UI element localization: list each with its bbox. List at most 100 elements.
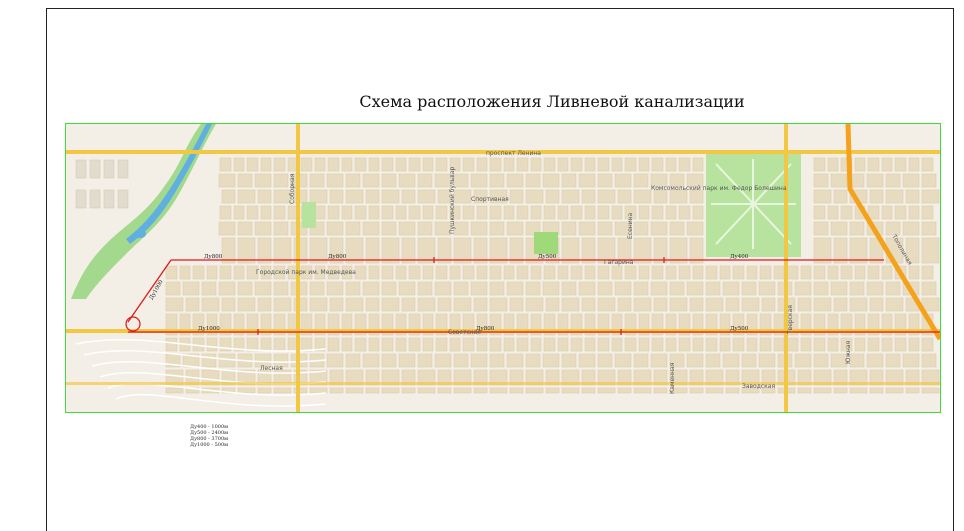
city-block bbox=[570, 205, 583, 220]
city-block bbox=[678, 157, 691, 172]
city-block bbox=[345, 281, 361, 296]
city-block bbox=[692, 337, 704, 352]
city-block bbox=[326, 221, 344, 236]
city-block bbox=[561, 221, 577, 236]
city-block bbox=[408, 337, 421, 352]
city-block bbox=[293, 387, 308, 394]
city-block bbox=[921, 157, 934, 172]
city-block bbox=[422, 265, 434, 280]
city-block bbox=[557, 337, 569, 352]
city-block bbox=[365, 297, 380, 312]
city-block bbox=[237, 281, 253, 296]
pipe-label-d800-b: Ду800 bbox=[328, 254, 347, 260]
label-pushkinsky: Пушкинский бульвар bbox=[449, 167, 456, 234]
city-block bbox=[362, 173, 380, 188]
city-block bbox=[614, 281, 632, 296]
city-block bbox=[866, 173, 884, 188]
city-block bbox=[506, 173, 524, 188]
city-block bbox=[354, 337, 367, 352]
city-block bbox=[867, 157, 880, 172]
city-block bbox=[542, 281, 560, 296]
city-block bbox=[437, 387, 452, 394]
city-block bbox=[578, 353, 596, 368]
city-block bbox=[813, 157, 826, 172]
city-block bbox=[182, 281, 200, 296]
city-block bbox=[221, 297, 236, 312]
city-block bbox=[885, 221, 901, 236]
city-block bbox=[669, 237, 688, 264]
city-block bbox=[422, 337, 434, 352]
city-block bbox=[638, 205, 650, 220]
city-block bbox=[254, 221, 272, 236]
city-block bbox=[597, 173, 613, 188]
pipe-label-d400-a: Ду400 bbox=[730, 254, 749, 260]
city-block bbox=[395, 337, 407, 352]
city-block bbox=[545, 297, 560, 312]
city-block bbox=[827, 337, 839, 352]
city-block bbox=[617, 297, 632, 312]
city-block bbox=[827, 205, 839, 220]
city-block bbox=[453, 189, 472, 204]
city-block bbox=[165, 337, 178, 352]
city-block bbox=[597, 189, 616, 204]
city-block bbox=[741, 297, 760, 312]
city-block bbox=[561, 297, 580, 312]
city-block bbox=[327, 157, 340, 172]
city-block bbox=[201, 353, 217, 368]
city-block bbox=[849, 221, 865, 236]
city-block bbox=[611, 157, 623, 172]
city-block bbox=[584, 157, 596, 172]
city-block bbox=[902, 221, 920, 236]
city-block bbox=[489, 205, 502, 220]
city-block bbox=[624, 157, 637, 172]
city-block bbox=[368, 205, 380, 220]
city-block bbox=[437, 237, 452, 264]
city-block bbox=[453, 281, 469, 296]
city-block bbox=[800, 337, 812, 352]
city-block bbox=[314, 205, 326, 220]
city-block bbox=[218, 281, 236, 296]
city-block bbox=[381, 387, 400, 394]
city-block bbox=[686, 221, 704, 236]
city-block bbox=[813, 205, 826, 220]
city-block bbox=[368, 337, 380, 352]
city-block bbox=[921, 205, 934, 220]
southern-road bbox=[66, 382, 940, 385]
city-block bbox=[624, 337, 637, 352]
city-block bbox=[908, 205, 920, 220]
city-block bbox=[381, 173, 397, 188]
city-block bbox=[345, 237, 364, 264]
city-block bbox=[470, 353, 488, 368]
city-block bbox=[705, 265, 718, 280]
city-block bbox=[462, 205, 475, 220]
city-block bbox=[705, 297, 724, 312]
city-block bbox=[833, 387, 848, 394]
city-block bbox=[584, 265, 596, 280]
city-block bbox=[345, 297, 364, 312]
city-block bbox=[237, 173, 253, 188]
city-block bbox=[581, 297, 596, 312]
city-block bbox=[686, 353, 704, 368]
city-block bbox=[326, 173, 344, 188]
city-block bbox=[345, 221, 361, 236]
city-block bbox=[840, 265, 853, 280]
city-block bbox=[722, 353, 740, 368]
city-block bbox=[233, 205, 245, 220]
city-block bbox=[894, 337, 907, 352]
city-block bbox=[633, 281, 649, 296]
city-block bbox=[597, 221, 613, 236]
city-block bbox=[273, 173, 289, 188]
city-block bbox=[257, 387, 272, 394]
city-block bbox=[584, 205, 596, 220]
city-block bbox=[273, 337, 286, 352]
city-block bbox=[773, 265, 785, 280]
city-block bbox=[881, 205, 893, 220]
city-block bbox=[597, 387, 616, 394]
city-block bbox=[192, 265, 205, 280]
city-block bbox=[398, 173, 416, 188]
city-block bbox=[633, 353, 649, 368]
city-block bbox=[345, 387, 364, 394]
city-block bbox=[434, 281, 452, 296]
city-block bbox=[921, 237, 940, 264]
city-block bbox=[503, 265, 515, 280]
